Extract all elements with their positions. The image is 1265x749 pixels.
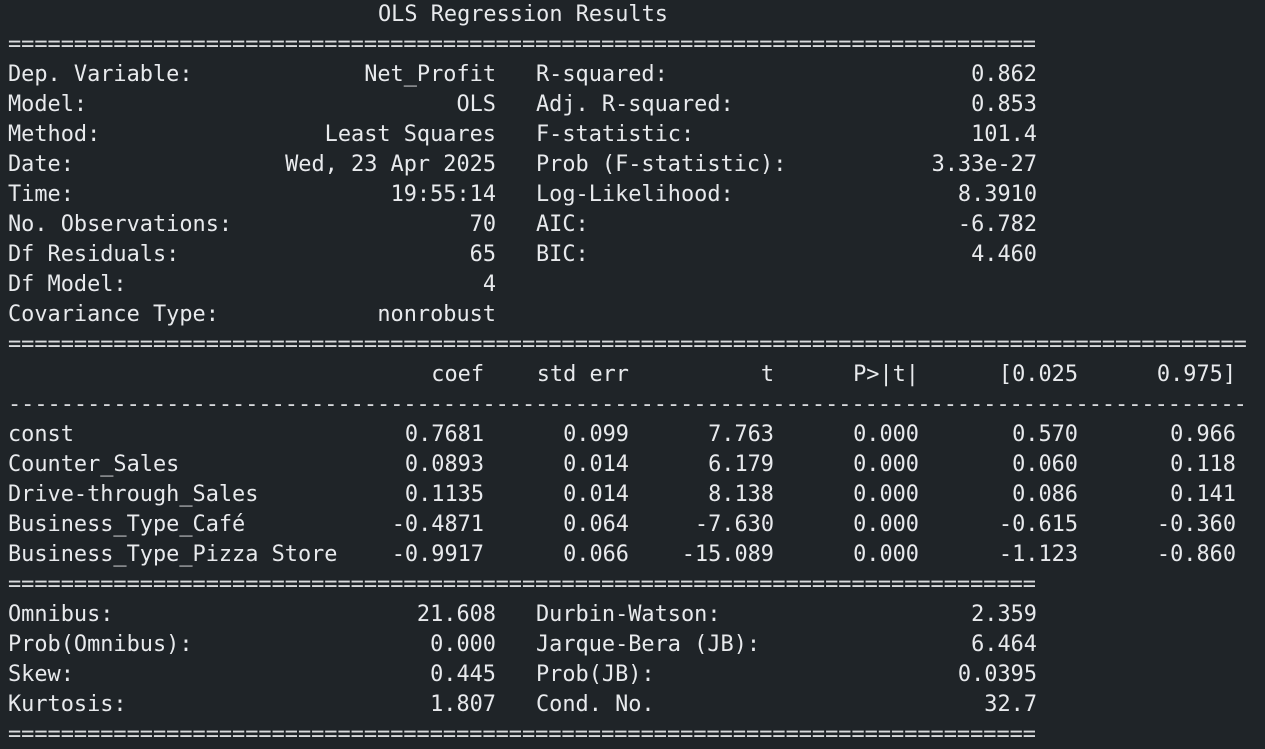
coef-value: 0.7681 [404,422,484,447]
diagnostic-right-value: 0.0395 [957,662,1037,687]
coef-top-double-rule: ========================================… [8,332,1247,357]
p-value: 0.000 [853,452,919,477]
t-value: -15.089 [681,542,774,567]
header-t: t [760,362,774,387]
top-double-rule: ========================================… [8,32,1036,57]
summary-right-value: 101.4 [971,122,1037,147]
summary-right-value: 8.3910 [957,182,1037,207]
coef-variable-name: const [8,422,74,447]
ci-low-value: 0.060 [1012,452,1078,477]
p-value: 0.000 [853,482,919,507]
coef-header-row: coef std err t P>|t| [0.025 0.975] [0,360,1265,390]
coef-value: 0.0893 [404,452,484,477]
table-row: Counter_Sales 0.0893 0.014 6.179 0.000 0… [0,450,1265,480]
coef-value: -0.9917 [391,542,484,567]
coef-variable-name: Drive-through_Sales [8,482,259,507]
summary-row: Df Model: 4 [0,270,1265,300]
summary-row: Covariance Type: nonrobust [0,300,1265,330]
t-value: 8.138 [708,482,774,507]
ols-output-panel: OLS Regression Results =================… [0,0,1265,749]
summary-row: Model: OLS Adj. R-squared: 0.853 [0,90,1265,120]
ci-high-value: 0.118 [1170,452,1236,477]
summary-row: No. Observations: 70 AIC: -6.782 [0,210,1265,240]
table-row: Business_Type_Pizza Store -0.9917 0.066 … [0,540,1265,570]
header-ci-high: 0.975] [1156,362,1236,387]
ci-low-value: -0.615 [998,512,1078,537]
summary-left-value: nonrobust [377,302,496,327]
t-value: 7.763 [708,422,774,447]
ci-low-value: 0.570 [1012,422,1078,447]
diagnostic-left-value: 0.445 [430,662,496,687]
summary-row: Dep. Variable: Net_Profit R-squared: 0.8… [0,60,1265,90]
diagnostic-right-value: 2.359 [971,602,1037,627]
summary-left-value: 65 [469,242,496,267]
ci-high-value: -0.860 [1156,542,1236,567]
diagnostic-row: Prob(Omnibus): 0.000 Jarque-Bera (JB): 6… [0,630,1265,660]
bottom-double-rule: ========================================… [8,722,1036,747]
p-value: 0.000 [853,512,919,537]
std-err-value: 0.064 [563,512,629,537]
diagnostic-right-value: 32.7 [984,692,1037,717]
header-p-value: P>|t| [853,362,919,387]
summary-row: Df Residuals: 65 BIC: 4.460 [0,240,1265,270]
header-std-err: std err [536,362,629,387]
coef-variable-name: Business_Type_Café [8,512,246,537]
std-err-value: 0.066 [563,542,629,567]
results-title: OLS Regression Results [378,2,668,27]
summary-right-value: -6.782 [957,212,1037,237]
summary-left-value: Wed, 23 Apr 2025 [285,152,496,177]
summary-right-value: 3.33e-27 [931,152,1037,177]
table-row: const 0.7681 0.099 7.763 0.000 0.570 0.9… [0,420,1265,450]
summary-row: Date: Wed, 23 Apr 2025 Prob (F-statistic… [0,150,1265,180]
diagnostic-right-value: 6.464 [971,632,1037,657]
header-ci-low: [0.025 [998,362,1078,387]
diagnostic-left-value: 21.608 [416,602,496,627]
summary-left-value: 4 [482,272,496,297]
ci-high-value: -0.360 [1156,512,1236,537]
coef-value: -0.4871 [391,512,484,537]
table-row: Drive-through_Sales 0.1135 0.014 8.138 0… [0,480,1265,510]
ci-low-value: -1.123 [998,542,1078,567]
ci-high-value: 0.966 [1170,422,1236,447]
coef-value: 0.1135 [404,482,484,507]
t-value: -7.630 [694,512,774,537]
coef-variable-name: Business_Type_Pizza Store [8,542,338,567]
std-err-value: 0.099 [563,422,629,447]
summary-left-value: Net_Profit [364,62,496,87]
p-value: 0.000 [853,542,919,567]
summary-row: Method: Least Squares F-statistic: 101.4 [0,120,1265,150]
diagnostics-top-double-rule: ========================================… [8,572,1036,597]
summary-row: Time: 19:55:14 Log-Likelihood: 8.3910 [0,180,1265,210]
diagnostic-row: Kurtosis: 1.807 Cond. No. 32.7 [0,690,1265,720]
std-err-value: 0.014 [563,452,629,477]
summary-left-value: Least Squares [324,122,496,147]
diagnostic-row: Omnibus: 21.608 Durbin-Watson: 2.359 [0,600,1265,630]
summary-left-value: 70 [469,212,496,237]
summary-right-value: 0.862 [971,62,1037,87]
summary-right-value: 4.460 [971,242,1037,267]
coef-variable-name: Counter_Sales [8,452,180,477]
summary-right-value: 0.853 [971,92,1037,117]
header-coef: coef [431,362,484,387]
p-value: 0.000 [853,422,919,447]
diagnostic-row: Skew: 0.445 Prob(JB): 0.0395 [0,660,1265,690]
coef-header-single-rule: ----------------------------------------… [8,392,1247,417]
summary-left-value: 19:55:14 [390,182,496,207]
ci-low-value: 0.086 [1012,482,1078,507]
summary-left-value: OLS [456,92,496,117]
diagnostic-left-value: 1.807 [430,692,496,717]
t-value: 6.179 [708,452,774,477]
std-err-value: 0.014 [563,482,629,507]
diagnostic-left-value: 0.000 [430,632,496,657]
table-row: Business_Type_Café -0.4871 0.064 -7.630 … [0,510,1265,540]
ci-high-value: 0.141 [1170,482,1236,507]
